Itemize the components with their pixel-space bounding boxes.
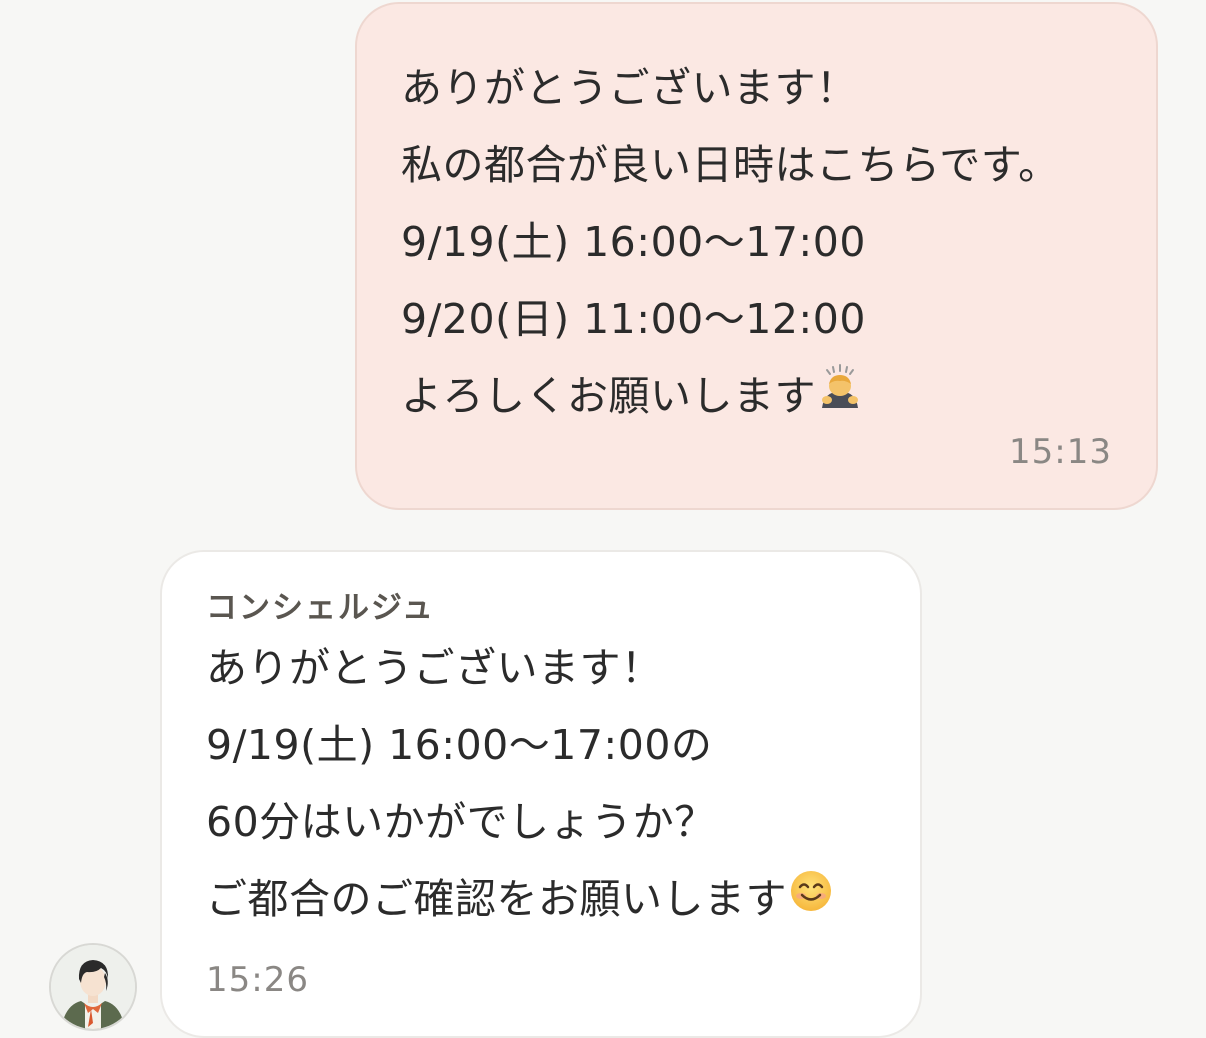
smiling-face-emoji	[789, 861, 833, 938]
message-timestamp: 15:13	[1009, 432, 1112, 472]
person-bowing-emoji	[818, 358, 864, 435]
avatar[interactable]	[49, 943, 137, 1031]
message-line: 9/19(土) 16:00〜17:00	[401, 218, 866, 266]
chat-thread: ありがとうございます！ 私の都合が良い日時はこちらです。 9/19(土) 16:…	[0, 0, 1206, 1038]
message-line: ありがとうございます！	[401, 64, 858, 112]
sender-name: コンシェルジュ	[206, 590, 435, 626]
concierge-avatar-icon	[51, 945, 135, 1029]
message-line-with-emoji: ご都合のご確認をお願いします	[206, 861, 890, 938]
message-line-text: よろしくお願いします	[401, 372, 816, 420]
message-line: 9/20(日) 11:00〜12:00	[401, 295, 866, 343]
message-line-text: ご都合のご確認をお願いします	[206, 875, 787, 923]
message-line: 60分はいかがでしょうか？	[206, 798, 716, 846]
message-line: 9/19(土) 16:00〜17:00の	[206, 721, 713, 769]
message-line: 私の都合が良い日時はこちらです。	[401, 141, 1060, 189]
incoming-message-bubble[interactable]: コンシェルジュ ありがとうございます！ 9/19(土) 16:00〜17:00の…	[160, 550, 922, 1038]
message-line: ありがとうございます！	[206, 644, 663, 692]
outgoing-message-bubble[interactable]: ありがとうございます！ 私の都合が良い日時はこちらです。 9/19(土) 16:…	[355, 2, 1158, 510]
message-line-with-emoji: よろしくお願いします	[401, 358, 1116, 435]
message-timestamp: 15:26	[206, 960, 309, 1000]
